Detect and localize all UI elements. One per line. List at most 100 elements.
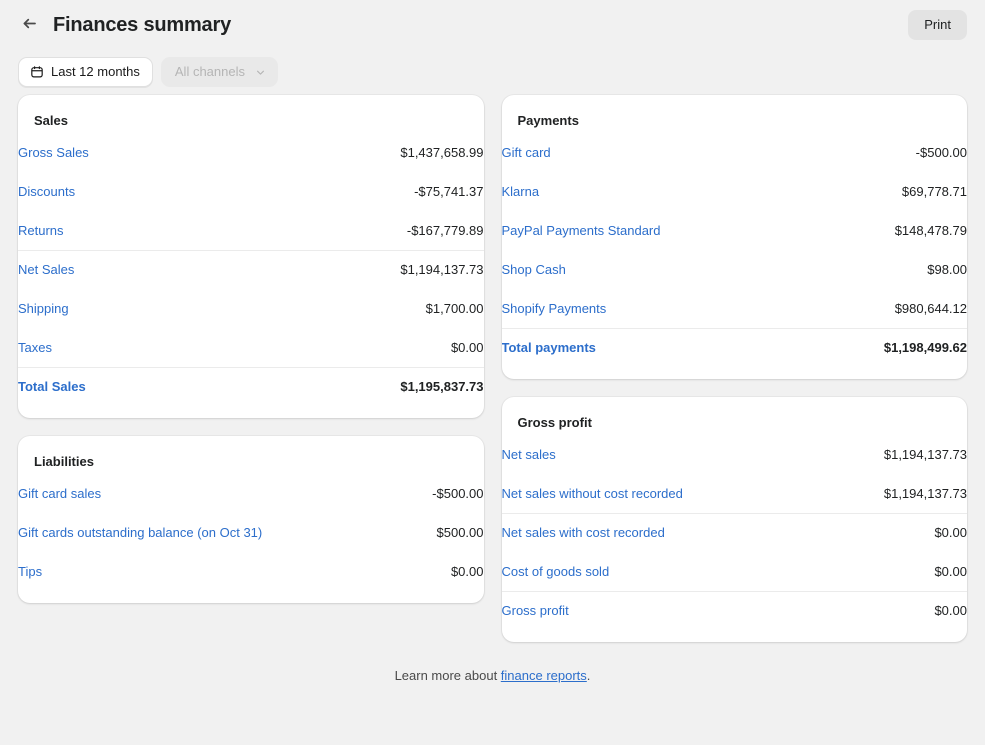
row-label-link[interactable]: Net sales without cost recorded [502,486,683,501]
row-value: $0.00 [771,552,967,592]
row-label[interactable]: Gross profit [502,592,772,631]
row-label[interactable]: Total Sales [18,368,288,407]
channels-filter[interactable]: All channels [160,57,278,87]
page-title: Finances summary [53,14,231,36]
table-row: Total payments $1,198,499.62 [502,329,968,368]
row-value: $1,198,499.62 [883,340,967,355]
row-label[interactable]: Gift card sales [18,475,288,514]
row-value: $98.00 [927,262,967,277]
date-range-filter[interactable]: Last 12 months [18,57,153,87]
liabilities-table: Gift card sales -$500.00 Gift cards outsta… [18,475,484,591]
print-button[interactable]: Print [908,10,967,40]
table-row: Net Sales $1,194,137.73 [18,251,484,290]
row-label-link[interactable]: Gift cards outstanding balance (on Oct 3… [18,525,262,540]
table-row: Shopify Payments $980,644.12 [501,289,967,329]
row-label-link[interactable]: Total Sales [18,379,86,394]
row-label[interactable]: Cost of goods sold [501,552,772,592]
row-value: $0.00 [934,525,967,540]
page-header: Finances summary Print [0,0,985,40]
row-value: $1,194,137.73 [771,474,967,514]
row-label[interactable]: Total payments [502,329,772,368]
row-label-link[interactable]: Shopify Payments [502,301,607,316]
footer: Learn more about finance reports. [0,642,985,685]
row-label-link[interactable]: Discounts [18,184,75,199]
row-label-link[interactable]: Gross Sales [18,145,89,160]
row-label[interactable]: Net sales [502,436,772,475]
liabilities-table-body: Gift card sales -$500.00 Gift cards outsta… [18,475,484,591]
row-label-link[interactable]: Klarna [502,184,540,199]
row-label-link[interactable]: Gift card [502,145,551,160]
table-row: Gross profit $0.00 [502,592,968,631]
row-label[interactable]: Gift card [502,134,772,173]
row-value: $1,194,137.73 [400,262,484,277]
row-label-link[interactable]: Returns [18,223,64,238]
row-value: -$75,741.37 [414,184,484,199]
row-value: $0.00 [287,328,484,368]
row-label[interactable]: Shopify Payments [501,289,772,329]
table-row: Taxes $0.00 [18,328,484,368]
row-label-link[interactable]: Tips [18,564,42,579]
finance-reports-link[interactable]: finance reports [501,668,587,683]
date-range-filter-label: Last 12 months [51,64,140,79]
table-row: Gift card sales -$500.00 [18,475,484,514]
table-row: Gross Sales $1,437,658.99 [18,134,484,173]
payments-table: Gift card -$500.00 Klarna $69,778.71 PayPal … [501,134,968,368]
row-label[interactable]: Returns [18,211,288,251]
sales-card-title: Sales [34,113,68,128]
row-label-link[interactable]: Shipping [18,301,69,316]
row-label[interactable]: Klarna [502,173,772,212]
table-row: Returns -$167,779.89 [18,211,484,251]
row-label[interactable]: Shipping [18,290,288,329]
row-label-link[interactable]: Net sales with cost recorded [502,525,665,540]
table-row: Klarna $69,778.71 [502,173,968,212]
row-value: $148,478.79 [894,223,967,238]
row-label[interactable]: Net Sales [18,251,288,290]
table-row: Cost of goods sold $0.00 [501,552,967,592]
row-label-link[interactable]: Cost of goods sold [502,564,610,579]
table-row: Tips $0.00 [18,553,484,592]
liabilities-card-padding [18,591,484,603]
row-value: $0.00 [934,603,967,618]
chevron-down-icon [254,66,267,79]
row-value: -$500.00 [915,145,967,160]
payments-card-title: Payments [517,113,579,128]
back-button[interactable] [16,12,42,38]
footer-suffix: . [586,668,591,683]
row-label-link[interactable]: Gross profit [502,603,569,618]
row-label[interactable]: Net sales with cost recorded [502,514,772,553]
row-label[interactable]: Net sales without cost recorded [501,474,772,514]
table-row: Gift card -$500.00 [502,134,968,173]
row-label-link[interactable]: Net sales [502,447,556,462]
sales-card: Sales Gross Sales $1,437,658.99 Discounts -… [18,95,484,418]
row-label-link[interactable]: Net Sales [18,262,74,277]
sales-table: Gross Sales $1,437,658.99 Discounts -$75,74… [18,134,484,406]
table-row: Net sales with cost recorded $0.00 [502,514,968,553]
channels-filter-label: All channels [174,64,245,79]
row-label-link[interactable]: Shop Cash [502,262,566,277]
liabilities-card: Liabilities Gift card sales -$500.00 Gift … [18,436,484,603]
row-label[interactable]: Gift cards outstanding balance (on Oct 3… [18,514,288,553]
gross-profit-card-padding [502,630,968,642]
row-label[interactable]: Gross Sales [18,134,288,173]
payments-card-padding [502,367,968,379]
row-value: $1,700.00 [425,301,484,316]
table-row: Shipping $1,700.00 [18,290,484,329]
row-value: $980,644.12 [771,289,967,329]
row-label[interactable]: Shop Cash [502,251,772,290]
row-value: $1,194,137.73 [883,447,967,462]
row-label[interactable]: Taxes [18,328,288,368]
row-label-link[interactable]: Gift card sales [18,486,101,501]
row-label[interactable]: PayPal Payments Standard [502,212,772,251]
row-value: $1,437,658.99 [400,145,484,160]
finances-summary-page: Finances summary Print Last 12 months Al… [0,0,985,745]
liabilities-card-title: Liabilities [34,454,94,469]
row-label[interactable]: Tips [18,553,288,592]
row-label-link[interactable]: PayPal Payments Standard [502,223,661,238]
table-row: PayPal Payments Standard $148,478.79 [502,212,968,251]
row-label-link[interactable]: Taxes [18,340,52,355]
gross-profit-table-body: Net sales $1,194,137.73 Net sales without … [501,436,968,631]
row-value: -$500.00 [432,486,484,501]
row-label[interactable]: Discounts [18,173,288,212]
gross-profit-card: Gross profit Net sales $1,194,137.73 Net s… [501,397,968,642]
row-label-link[interactable]: Total payments [502,340,596,355]
